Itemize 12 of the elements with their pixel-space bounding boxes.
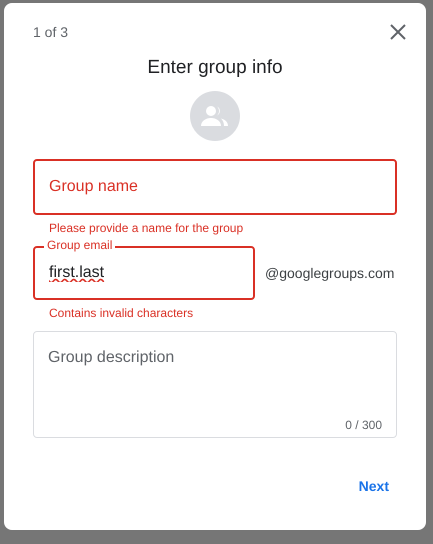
- error-message: Please provide a name for the group: [49, 221, 244, 235]
- step-indicator: 1 of 3: [33, 24, 68, 40]
- people-icon: [201, 105, 229, 127]
- character-counter: 0 / 300: [345, 418, 382, 432]
- email-domain: @googlegroups.com: [265, 265, 394, 281]
- name-field[interactable]: Group name: [33, 159, 397, 215]
- next-button[interactable]: Next: [348, 472, 399, 500]
- close-button[interactable]: [389, 23, 407, 41]
- close-icon: [389, 23, 407, 41]
- error-message: Contains invalid characters: [49, 306, 194, 320]
- field-label: Group email: [44, 239, 116, 252]
- dialog-title: Enter group info: [146, 57, 284, 79]
